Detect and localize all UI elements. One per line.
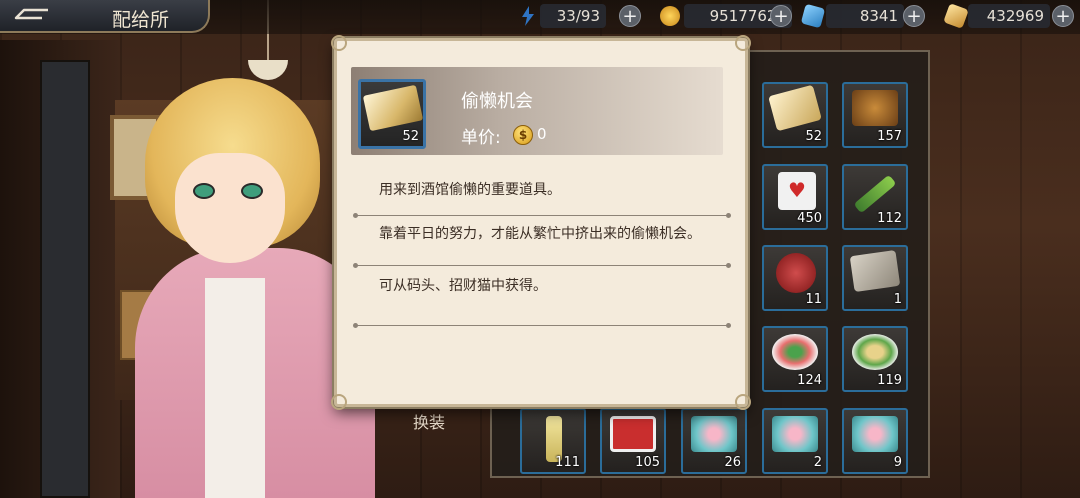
page-title: 配给所 [112,9,170,31]
corner-ornament-icon [735,35,751,51]
stamina-value: 33/93 [540,4,606,28]
gold-coin-icon [660,6,680,26]
character-face [175,153,285,263]
back-arrow-icon [14,8,48,20]
item-slot: 52 [358,79,426,149]
paper-slip-icon [362,84,423,132]
item-quantity: 2 [813,455,822,470]
coin-icon: $ [513,125,533,145]
inventory-slot[interactable]: 119 [842,326,908,392]
divider [353,323,731,328]
inventory-slot[interactable]: 2 [762,408,828,474]
corner-ornament-icon [331,35,347,51]
change-outfit-button[interactable]: 换装 [413,409,445,433]
add-gold-button[interactable]: + [770,5,792,27]
item-quantity: 450 [797,211,822,226]
item-description: 可从码头、招财猫中获得。 [379,278,547,294]
item-description: 靠着平日的努力，才能从繁忙中挤出来的偷懒机会。 [379,226,701,242]
inventory-slot[interactable]: 112 [842,164,908,230]
gold-gem-icon [943,3,969,29]
item-quantity: 111 [555,455,580,470]
item-name: 偷懒机会 [461,91,533,112]
item-quantity: 52 [402,129,419,144]
inventory-slot[interactable]: 26 [681,408,747,474]
character-eye [193,183,215,199]
flower-box-icon [772,416,818,452]
divider [353,263,731,268]
food-pile-icon [852,90,898,126]
paper-slip-icon [768,84,822,132]
photo-icon [849,249,901,293]
salad-plate-icon [772,334,818,370]
inventory-slot[interactable]: 9 [842,408,908,474]
price-label: 单价: [461,128,501,148]
inventory-slot[interactable]: 1 [842,245,908,311]
item-quantity: 9 [893,455,902,470]
stamina-icon [522,6,534,26]
inventory-slot[interactable]: ♥ 450 [762,164,828,230]
top-bar: 配给所 33/93 + 95177620 + 8341 + 432969 + [0,0,1080,34]
food-plate-icon [852,334,898,370]
character-blouse [205,278,265,498]
back-button[interactable]: 配给所 [0,0,210,33]
item-quantity: 112 [877,211,902,226]
door [40,60,90,498]
red-box-icon [610,416,656,452]
heart-dice-icon: ♥ [778,172,816,210]
divider [353,213,731,218]
add-gold-gem-button[interactable]: + [1052,5,1074,27]
price-value: 0 [537,125,547,143]
inventory-slot[interactable]: 124 [762,326,828,392]
item-description: 用来到酒馆偷懒的重要道具。 [379,182,561,198]
item-quantity: 124 [797,373,822,388]
cucumber-icon [853,174,897,214]
add-stamina-button[interactable]: + [619,5,641,27]
inventory-slot[interactable]: 111 [520,408,586,474]
red-vase-icon [776,253,816,293]
gold-gem-value: 432969 [968,4,1050,28]
inventory-slot[interactable]: 157 [842,82,908,148]
inventory-slot[interactable]: 105 [600,408,666,474]
item-quantity: 11 [805,292,822,307]
inventory-slot[interactable]: 52 [762,82,828,148]
item-quantity: 1 [893,292,902,307]
blue-gem-icon [800,3,826,29]
item-quantity: 157 [877,129,902,144]
corner-ornament-icon [735,394,751,410]
flower-box-icon [691,416,737,452]
item-quantity: 52 [805,129,822,144]
item-quantity: 119 [877,373,902,388]
blue-gem-value: 8341 [826,4,904,28]
inventory-slot[interactable]: 11 [762,245,828,311]
character-eye [241,183,263,199]
flower-box-icon [852,416,898,452]
item-quantity: 26 [724,455,741,470]
corner-ornament-icon [331,394,347,410]
item-quantity: 105 [635,455,660,470]
add-blue-gem-button[interactable]: + [903,5,925,27]
item-detail-tooltip: 52 偷懒机会 单价: $ 0 用来到酒馆偷懒的重要道具。 靠着平日的努力，才能… [331,35,751,410]
